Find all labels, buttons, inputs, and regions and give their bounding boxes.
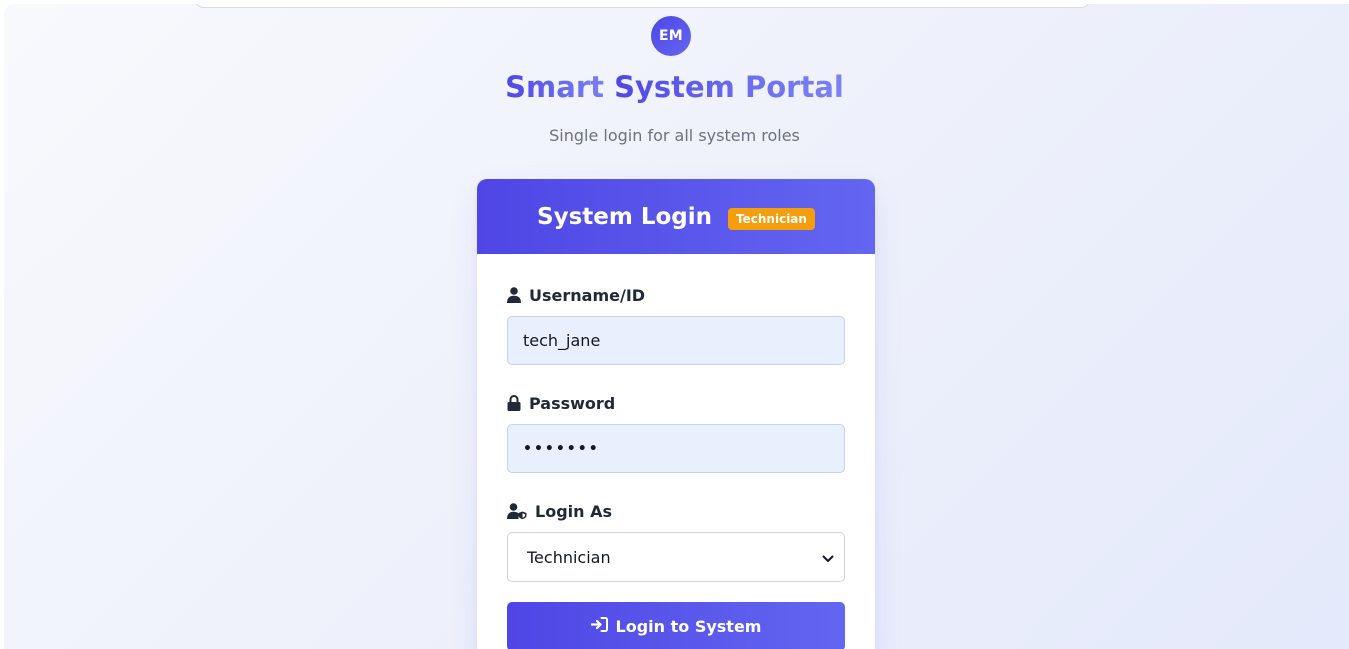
username-label: Username/ID [507, 284, 845, 306]
user-icon [507, 287, 521, 303]
role-select[interactable]: Technician [507, 532, 845, 582]
page-subtitle: Single login for all system roles [549, 126, 800, 145]
password-label-text: Password [529, 393, 616, 413]
page-title: Smart System Portal [4, 70, 1345, 104]
login-as-label-text: Login As [535, 501, 612, 521]
password-field-group: Password ••••••• [507, 392, 845, 473]
page-background: EM Smart System Portal Single login for … [4, 4, 1349, 649]
login-as-field-group: Login As Technician [507, 500, 845, 582]
login-as-label: Login As [507, 500, 845, 522]
page-title-part2: System Portal [614, 70, 844, 104]
login-card-title: System Login [537, 203, 713, 230]
password-label: Password [507, 392, 845, 414]
login-card: System Login Technician Username/ID tech… [477, 179, 875, 649]
role-select-value: Technician [527, 547, 611, 567]
login-card-header: System Login Technician [477, 179, 875, 254]
sign-in-icon [589, 617, 608, 636]
login-form: Username/ID tech_jane Password ••••••• L… [477, 254, 875, 649]
logo-badge: EM [651, 16, 691, 56]
page-title-part1: Smart [505, 70, 615, 104]
username-input[interactable]: tech_jane [507, 316, 845, 365]
top-bar [194, 4, 1091, 8]
user-shield-icon [507, 503, 527, 519]
login-button-label: Login to System [615, 617, 762, 636]
lock-icon [507, 395, 521, 411]
username-field-group: Username/ID tech_jane [507, 284, 845, 365]
chevron-down-icon [822, 548, 834, 567]
password-input[interactable]: ••••••• [507, 424, 845, 473]
username-label-text: Username/ID [529, 285, 646, 305]
role-badge: Technician [728, 207, 815, 230]
logo-initials: EM [658, 28, 684, 44]
login-button[interactable]: Login to System [507, 602, 845, 649]
